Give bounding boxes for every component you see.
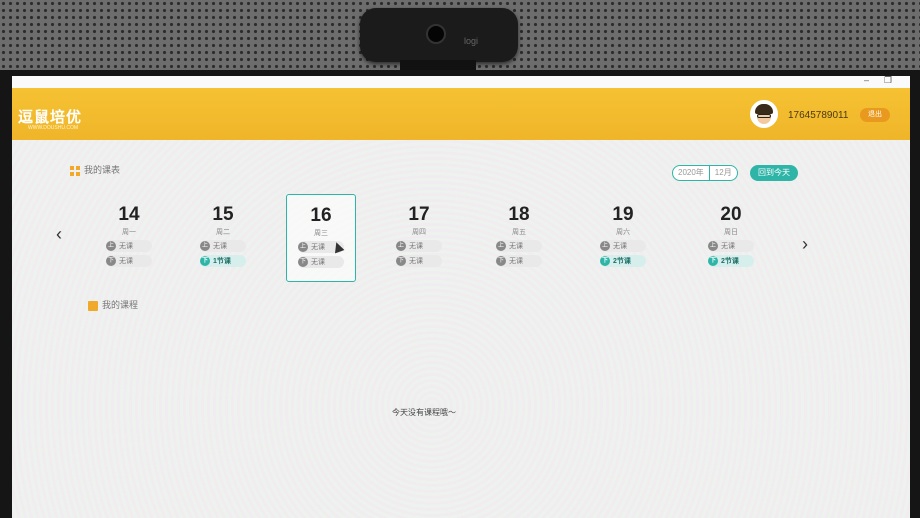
day-number: 19 [612,204,634,225]
afternoon-badge: 下 [200,256,210,266]
back-to-today-button[interactable]: 回到今天 [750,165,798,181]
day-number: 14 [118,204,140,225]
afternoon-badge: 下 [298,257,308,267]
courses-title: 我的课程 [102,300,139,310]
day-number: 15 [212,204,234,225]
morning-badge: 上 [600,241,610,251]
day-number: 18 [508,204,530,225]
schedule-section-title: 我的课表 [70,163,120,176]
weekday-label: 周五 [512,229,526,236]
slot-label: 无课 [119,243,133,250]
slot-label: 1节课 [213,258,231,265]
slot-label: 无课 [311,259,325,266]
afternoon-slot: 下无课 [496,255,542,267]
schedule-title: 我的课表 [84,165,121,175]
day-card[interactable]: 14 周一 上无课 下无课 [94,194,164,282]
afternoon-badge: 下 [496,256,506,266]
morning-slot: 上无课 [708,240,754,252]
morning-badge: 上 [298,242,308,252]
grid-icon [70,165,80,176]
webcam-lens [426,24,446,44]
weekday-label: 周三 [314,230,328,237]
slot-label: 无课 [509,258,523,265]
day-card[interactable]: 17 周四 上无课 下无课 [384,194,454,282]
afternoon-slot: 下 2节课 [600,255,646,267]
slot-label: 2节课 [721,258,739,265]
day-card[interactable]: 20 周日 上无课 下 2节课 [696,194,766,282]
slot-label: 无课 [409,243,423,250]
date-selector[interactable]: 2020年 12月 [672,165,738,181]
day-card[interactable]: 19 周六 上无课 下 2节课 [588,194,658,282]
afternoon-badge: 下 [708,256,718,266]
morning-slot: 上无课 [200,240,246,252]
day-number: 16 [310,205,332,226]
slot-label: 无课 [721,243,735,250]
morning-badge: 上 [106,241,116,251]
weekday-label: 周一 [122,229,136,236]
weekday-label: 周二 [216,229,230,236]
afternoon-badge: 下 [106,256,116,266]
webcam: logi [360,8,518,62]
day-number: 20 [720,204,742,225]
weekday-label: 周日 [724,229,738,236]
app-window: – ❐ 逗鼠培优 WWW.DOUSHU.COM 17645789011 退出 我… [12,76,910,518]
avatar-hair [755,104,773,114]
slot-label: 无课 [119,258,133,265]
brand-logo[interactable]: 逗鼠培优 [18,106,82,127]
morning-badge: 上 [200,241,210,251]
afternoon-slot: 下无课 [298,256,344,268]
slot-label: 2节课 [613,258,631,265]
weekday-label: 周六 [616,229,630,236]
chevron-left-icon[interactable]: ‹ [56,224,62,245]
slot-label: 无课 [509,243,523,250]
restore-button[interactable]: ❐ [884,76,892,86]
courses-section-title: 我的课程 [88,298,138,311]
morning-slot: 上无课 [496,240,542,252]
slot-label: 无课 [409,258,423,265]
minimize-button[interactable]: – [864,76,869,85]
morning-slot: 上无课 [106,240,152,252]
day-number: 17 [408,204,430,225]
day-card[interactable]: 18 周五 上无课 下无课 [484,194,554,282]
brand-logo-subtitle: WWW.DOUSHU.COM [28,125,78,131]
avatar[interactable] [750,100,778,128]
app-header: 逗鼠培优 WWW.DOUSHU.COM 17645789011 退出 [12,88,910,140]
afternoon-badge: 下 [396,256,406,266]
day-card[interactable]: 15 周二 上无课 下 1节课 [188,194,258,282]
slot-label: 无课 [613,243,627,250]
morning-slot: 上无课 [396,240,442,252]
window-titlebar: – ❐ [12,76,910,88]
afternoon-slot: 下 1节课 [200,255,246,267]
month-select[interactable]: 12月 [708,166,737,180]
empty-courses-message: 今天没有课程哦～ [392,408,456,417]
morning-slot: 上无课 [600,240,646,252]
morning-badge: 上 [396,241,406,251]
slot-label: 无课 [311,244,325,251]
user-phone: 17645789011 [788,110,849,121]
avatar-glasses [757,114,771,118]
afternoon-slot: 下无课 [106,255,152,267]
chevron-right-icon[interactable]: › [802,234,808,255]
book-icon [88,300,98,311]
day-card-selected[interactable]: 16 周三 上无课 下无课 [286,194,356,282]
webcam-brand: logi [464,36,479,46]
logout-button[interactable]: 退出 [860,108,890,122]
afternoon-badge: 下 [600,256,610,266]
year-select[interactable]: 2020年 [673,166,709,180]
afternoon-slot: 下 2节课 [708,255,754,267]
morning-badge: 上 [708,241,718,251]
morning-badge: 上 [496,241,506,251]
afternoon-slot: 下无课 [396,255,442,267]
weekday-label: 周四 [412,229,426,236]
slot-label: 无课 [213,243,227,250]
